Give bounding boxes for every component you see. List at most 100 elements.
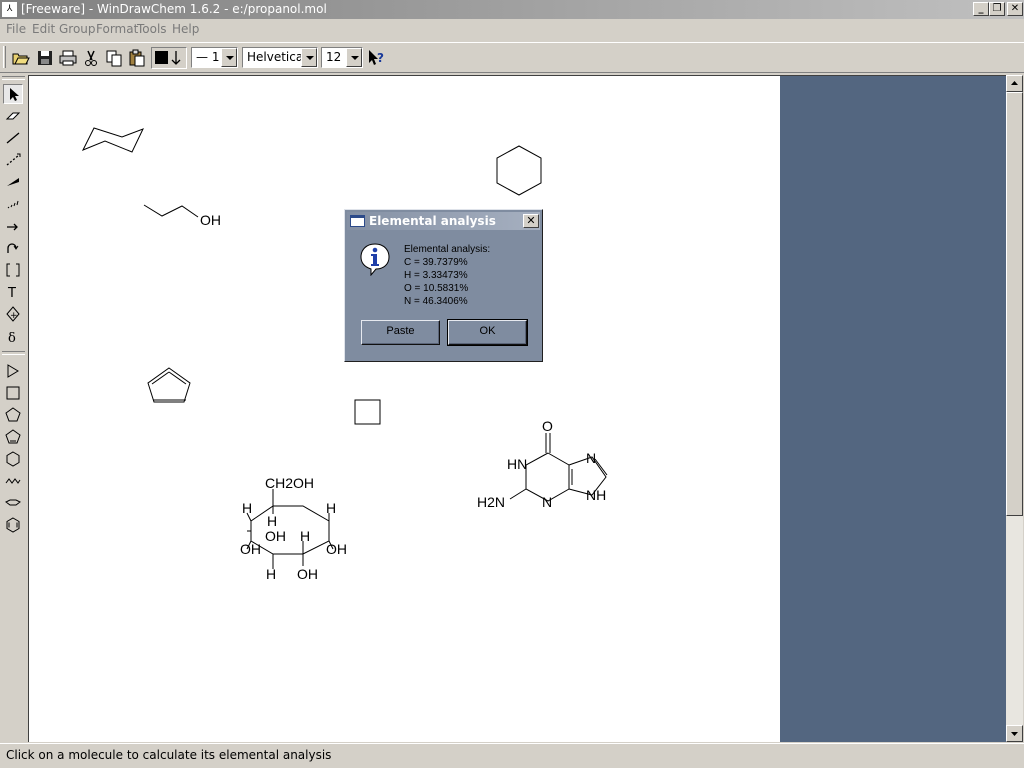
close-button[interactable]: ✕ (1007, 2, 1023, 16)
scrollbar-thumb[interactable] (1006, 92, 1023, 516)
status-bar: Click on a molecule to calculate its ele… (0, 743, 1024, 768)
cyclopentadiene-ring-tool-icon[interactable] (3, 427, 23, 447)
font-select[interactable]: Helvetica (242, 47, 318, 68)
color-picker-button[interactable] (151, 47, 187, 69)
font-value: Helvetica (247, 50, 304, 64)
dialog-title-bar[interactable]: Elemental analysis ✕ (347, 212, 540, 230)
guanine-molecule[interactable]: O HN N NH H2N N (477, 418, 608, 510)
cyclobutane-ring[interactable] (354, 399, 381, 425)
guanine-n7-label: N (586, 450, 596, 466)
minimize-button[interactable]: _ (973, 2, 989, 16)
sugar-oh-label: OH (297, 566, 318, 582)
molecule-drawing[interactable]: OH CH2OH H H H OH H OH OH H OH O HN N NH… (29, 76, 780, 742)
single-bond-tool-icon[interactable] (3, 128, 23, 148)
menu-format[interactable]: Format (96, 19, 138, 40)
sugar-oh-label: OH (240, 541, 261, 557)
dialog-close-button[interactable]: ✕ (523, 214, 539, 228)
propanol-molecule[interactable]: OH (143, 204, 221, 228)
pentagon-ring-tool-icon[interactable] (3, 405, 23, 425)
guanine-o-label: O (542, 418, 553, 434)
dialog-title: Elemental analysis (369, 214, 496, 228)
sugar-h-label: H (300, 528, 310, 544)
sugar-h-label: H (266, 566, 276, 582)
status-text: Click on a molecule to calculate its ele… (6, 748, 332, 762)
sugar-h-label: H (267, 513, 277, 529)
svg-text:?: ? (377, 51, 384, 65)
chevron-down-icon[interactable] (301, 48, 317, 67)
oxygen-percentage: O = 10.5831% (404, 283, 469, 294)
paste-button[interactable]: Paste (361, 320, 440, 345)
chevron-down-icon[interactable] (346, 48, 362, 67)
window-icon (350, 215, 365, 227)
restore-button[interactable]: ❐ (989, 2, 1005, 16)
text-tool-icon[interactable]: T (3, 282, 23, 302)
arrow-tool-icon[interactable] (3, 216, 23, 236)
carbon-percentage: C = 39.7379% (404, 257, 468, 268)
glucose-molecule[interactable]: CH2OH H H H OH H OH OH H OH (240, 475, 347, 582)
analysis-heading: Elemental analysis: (404, 244, 491, 255)
oh-label: OH (200, 212, 221, 228)
ok-button[interactable]: OK (447, 319, 528, 346)
drawing-toolbox: T + δ (0, 75, 28, 743)
context-help-icon[interactable]: ? (366, 48, 386, 68)
eraser-tool-icon[interactable] (3, 106, 23, 126)
select-tool-icon[interactable] (3, 84, 23, 104)
svg-text:T: T (7, 286, 16, 301)
chain-tool-icon[interactable] (3, 471, 23, 491)
menu-group[interactable]: Group (59, 19, 96, 40)
sugar-h-label: H (326, 500, 336, 516)
menu-edit[interactable]: Edit (32, 19, 55, 40)
guanine-n3-label: N (542, 494, 552, 510)
dashed-bond-tool-icon[interactable] (3, 150, 23, 170)
menu-file[interactable]: File (6, 19, 26, 40)
guanine-hn-label: HN (507, 456, 527, 472)
paste-icon[interactable] (127, 48, 147, 68)
print-icon[interactable] (58, 48, 78, 68)
cyclopentadiene-ring[interactable] (147, 367, 191, 403)
font-size-value: 12 (326, 50, 342, 64)
sugar-h-label: H (242, 500, 252, 516)
drawing-canvas[interactable]: OH CH2OH H H H OH H OH OH H OH O HN N NH… (29, 76, 780, 742)
windrawchem-icon[interactable]: ⅄ (2, 2, 17, 17)
square-ring-tool-icon[interactable] (3, 383, 23, 403)
font-size-select[interactable]: 12 (321, 47, 363, 68)
title-bar: ⅄ [Freeware] - WinDrawChem 1.6.2 - e:/pr… (0, 0, 1024, 19)
workspace: OH CH2OH H H H OH H OH OH H OH O HN N NH… (28, 75, 1006, 742)
toolbar-grip[interactable] (3, 46, 6, 68)
info-icon (359, 242, 391, 277)
copy-icon[interactable] (104, 48, 124, 68)
hexagon-ring-tool-icon[interactable] (3, 449, 23, 469)
guanine-h2n-label: H2N (477, 494, 505, 510)
guanine-nh-label: NH (586, 487, 606, 503)
ch2oh-label: CH2OH (265, 475, 314, 491)
bracket-tool-icon[interactable] (3, 260, 23, 280)
delta-charge-tool-icon[interactable]: δ (3, 326, 23, 346)
triangle-ring-tool-icon[interactable] (3, 361, 23, 381)
save-icon[interactable] (35, 48, 55, 68)
scroll-down-button[interactable] (1006, 725, 1023, 742)
chevron-down-icon[interactable] (221, 48, 237, 67)
wedge-bond-tool-icon[interactable] (3, 172, 23, 192)
sugar-oh-label: OH (326, 541, 347, 557)
hashed-bond-tool-icon[interactable] (3, 194, 23, 214)
nitrogen-percentage: N = 46.3406% (404, 296, 468, 307)
line-style-select[interactable]: — 1 (191, 47, 238, 68)
cyclohexane-ring[interactable] (496, 145, 542, 196)
cyclohexane-chair[interactable] (81, 127, 144, 153)
scroll-up-button[interactable] (1006, 75, 1023, 92)
vertical-scrollbar[interactable] (1006, 75, 1023, 742)
menu-tools[interactable]: Tools (137, 19, 167, 40)
sugar-oh-label: OH (265, 528, 286, 544)
elemental-analysis-dialog: Elemental analysis ✕ Elemental analysis:… (344, 209, 543, 362)
benzene-ring-tool-icon[interactable] (3, 515, 23, 535)
chair-tool-icon[interactable] (3, 493, 23, 513)
toolbox-grip[interactable] (2, 76, 25, 80)
menu-help[interactable]: Help (172, 19, 199, 40)
main-toolbar: — 1 Helvetica 12 ? (0, 42, 1024, 73)
open-icon[interactable] (11, 48, 31, 68)
analysis-results: Elemental analysis: C = 39.7379% H = 3.3… (404, 243, 490, 308)
hydrogen-percentage: H = 3.33473% (404, 270, 468, 281)
cut-icon[interactable] (81, 48, 101, 68)
symbol-tool-icon[interactable]: + (3, 304, 23, 324)
curved-arrow-tool-icon[interactable] (3, 238, 23, 258)
